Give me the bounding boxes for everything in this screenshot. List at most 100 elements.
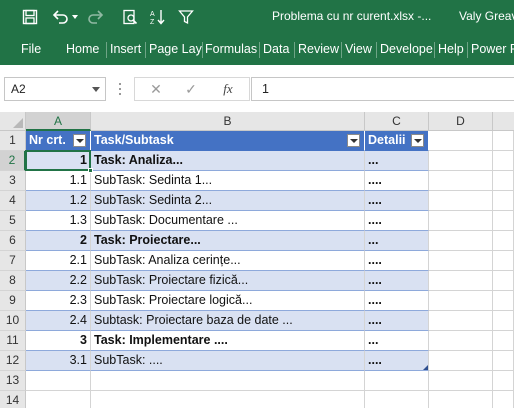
row-header[interactable]: 12 xyxy=(0,351,26,371)
table-cell-task[interactable]: SubTask: Proiectare logică... xyxy=(91,291,365,311)
row-header[interactable]: 3 xyxy=(0,171,26,191)
tab-formulas[interactable]: Formulas xyxy=(205,42,257,56)
row-header[interactable]: 1 xyxy=(0,131,26,151)
filter-dropdown-icon[interactable] xyxy=(347,134,360,147)
table-cell-detalii[interactable]: .... xyxy=(365,171,429,191)
row-header[interactable]: 11 xyxy=(0,331,26,351)
undo-icon[interactable] xyxy=(50,7,70,27)
table-cell-nr[interactable]: 1.2 xyxy=(26,191,91,211)
table-cell-detalii[interactable]: ... xyxy=(365,231,429,251)
row-header[interactable]: 7 xyxy=(0,251,26,271)
save-icon[interactable] xyxy=(20,7,40,27)
select-all-corner[interactable] xyxy=(0,112,26,131)
grid-cell[interactable] xyxy=(493,171,514,191)
grid-cell[interactable] xyxy=(493,291,514,311)
print-preview-icon[interactable] xyxy=(120,7,140,27)
undo-dropdown-icon[interactable] xyxy=(70,7,80,27)
grid-cell[interactable] xyxy=(429,331,493,351)
filter-dropdown-icon[interactable] xyxy=(411,134,424,147)
row-header[interactable]: 10 xyxy=(0,311,26,331)
grid-cell[interactable] xyxy=(493,191,514,211)
grid-cell[interactable] xyxy=(493,391,514,408)
grid-cell[interactable] xyxy=(26,371,91,391)
table-cell-nr[interactable]: 1.1 xyxy=(26,171,91,191)
table-cell-detalii[interactable]: .... xyxy=(365,251,429,271)
grid-cell[interactable] xyxy=(493,131,514,151)
table-cell-detalii[interactable]: .... xyxy=(365,291,429,311)
grid-cell[interactable] xyxy=(493,211,514,231)
grid-cell[interactable] xyxy=(429,171,493,191)
table-cell-detalii[interactable]: .... xyxy=(365,271,429,291)
table-cell-nr[interactable]: 2.4 xyxy=(26,311,91,331)
filter-dropdown-icon[interactable] xyxy=(73,134,86,147)
formula-input[interactable]: 1 xyxy=(251,77,514,101)
enter-icon[interactable]: ✓ xyxy=(174,78,208,100)
grid-cell[interactable] xyxy=(493,351,514,371)
grid-cell[interactable] xyxy=(493,251,514,271)
table-cell-task[interactable]: Subtask: Proiectare baza de date ... xyxy=(91,311,365,331)
grid-cell[interactable] xyxy=(429,271,493,291)
table-cell-detalii[interactable]: ... xyxy=(365,331,429,351)
grid-cell[interactable] xyxy=(365,371,429,391)
grid-cell[interactable] xyxy=(429,131,493,151)
table-cell-nr[interactable]: 2.3 xyxy=(26,291,91,311)
tab-file[interactable]: File xyxy=(21,42,41,56)
table-cell-nr[interactable]: 2.1 xyxy=(26,251,91,271)
grid-cell[interactable] xyxy=(429,191,493,211)
grid-cell[interactable] xyxy=(429,351,493,371)
table-cell-detalii[interactable]: ... xyxy=(365,151,429,171)
row-header[interactable]: 2 xyxy=(0,151,26,171)
table-cell-nr[interactable]: 3.1 xyxy=(26,351,91,371)
table-cell-nr[interactable]: 2 xyxy=(26,231,91,251)
row-header[interactable]: 4 xyxy=(0,191,26,211)
grid-cell[interactable] xyxy=(91,371,365,391)
tab-insert[interactable]: Insert xyxy=(110,42,141,56)
grid-cell[interactable] xyxy=(429,151,493,171)
table-resize-icon[interactable] xyxy=(423,365,428,370)
column-header-c[interactable]: C xyxy=(365,112,429,131)
table-cell-task[interactable]: SubTask: Sedinta 2... xyxy=(91,191,365,211)
table-cell-detalii[interactable]: .... xyxy=(365,211,429,231)
row-header[interactable]: 5 xyxy=(0,211,26,231)
table-cell-nr[interactable]: 2.2 xyxy=(26,271,91,291)
column-header-a[interactable]: A xyxy=(26,112,91,131)
grid-cell[interactable] xyxy=(429,251,493,271)
tab-home[interactable]: Home xyxy=(66,42,99,56)
row-header[interactable]: 13 xyxy=(0,371,26,391)
filter-icon[interactable] xyxy=(176,7,196,27)
row-header[interactable]: 14 xyxy=(0,391,26,408)
row-header[interactable]: 6 xyxy=(0,231,26,251)
grid-cell[interactable] xyxy=(365,391,429,408)
table-cell-nr[interactable]: 3 xyxy=(26,331,91,351)
table-header-cell[interactable]: Task/Subtask xyxy=(91,131,365,151)
formula-bar-grip-icon[interactable] xyxy=(119,83,122,95)
table-cell-task[interactable]: Task: Analiza... xyxy=(91,151,365,171)
table-cell-nr[interactable]: 1.3 xyxy=(26,211,91,231)
grid-cell[interactable] xyxy=(429,391,493,408)
name-box[interactable]: A2 xyxy=(4,77,106,101)
grid-cell[interactable] xyxy=(91,391,365,408)
table-cell-task[interactable]: SubTask: Documentare ... xyxy=(91,211,365,231)
grid-cell[interactable] xyxy=(493,331,514,351)
grid-cell[interactable] xyxy=(26,391,91,408)
sort-icon[interactable]: AZ xyxy=(148,7,168,27)
grid-cell[interactable] xyxy=(493,271,514,291)
table-header-cell[interactable]: Detalii xyxy=(365,131,429,151)
tab-developer[interactable]: Develope xyxy=(380,42,433,56)
table-cell-task[interactable]: SubTask: Analiza cerințe... xyxy=(91,251,365,271)
tab-data[interactable]: Data xyxy=(263,42,289,56)
column-header-e[interactable] xyxy=(493,112,514,131)
tab-power-pivot[interactable]: Power P xyxy=(471,42,514,56)
grid-cell[interactable] xyxy=(429,371,493,391)
redo-icon[interactable] xyxy=(86,7,106,27)
grid-cell[interactable] xyxy=(429,311,493,331)
fill-handle[interactable] xyxy=(88,168,93,173)
cancel-icon[interactable]: ✕ xyxy=(139,78,173,100)
column-header-d[interactable]: D xyxy=(429,112,493,131)
row-header[interactable]: 8 xyxy=(0,271,26,291)
table-cell-detalii[interactable]: .... xyxy=(365,311,429,331)
grid-cell[interactable] xyxy=(429,211,493,231)
grid-cell[interactable] xyxy=(493,151,514,171)
insert-function-icon[interactable]: fx xyxy=(211,78,245,100)
table-cell-detalii[interactable]: .... xyxy=(365,351,429,371)
